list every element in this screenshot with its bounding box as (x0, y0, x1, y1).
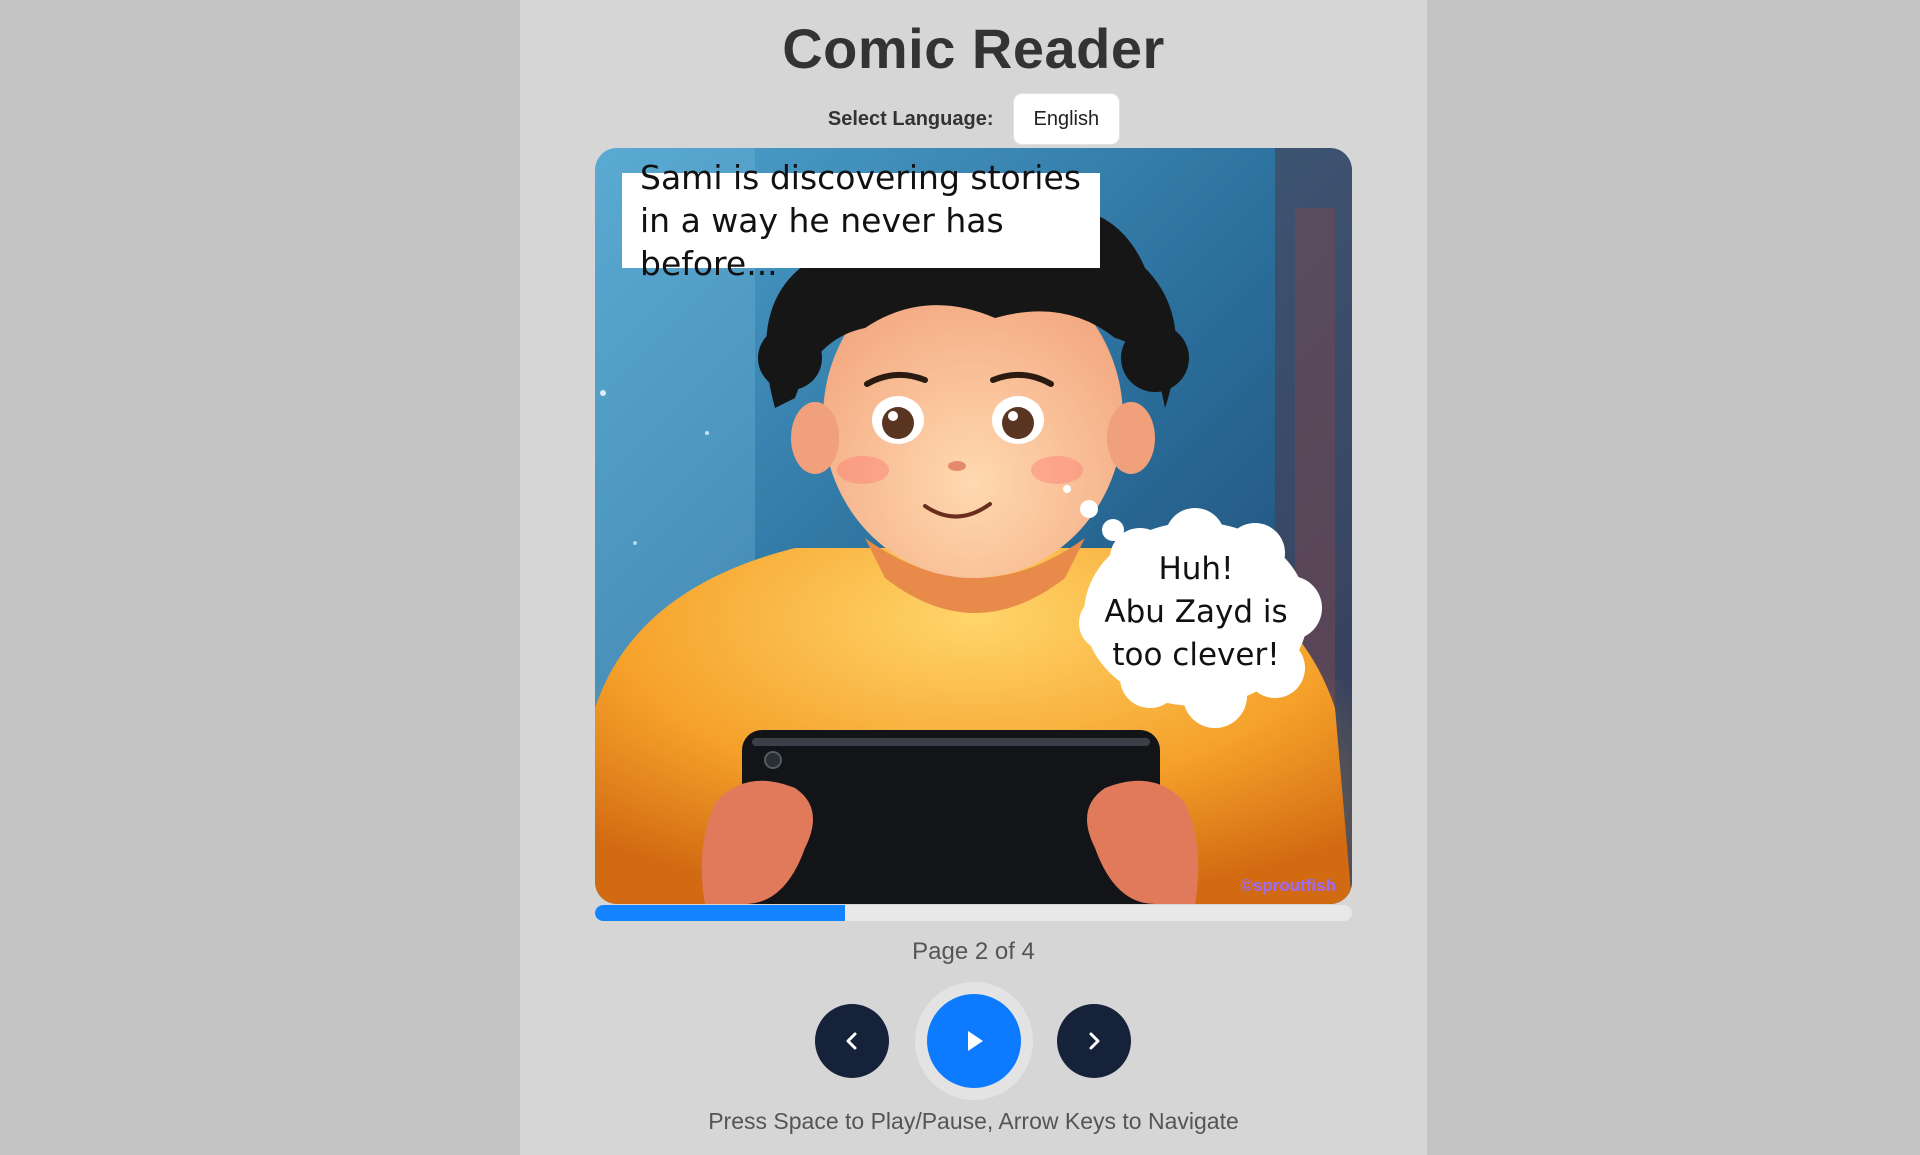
previous-page-button[interactable] (815, 1004, 889, 1078)
thought-line: Abu Zayd is (1104, 593, 1288, 630)
language-select[interactable]: English (1013, 94, 1120, 144)
chevron-left-icon (846, 1032, 857, 1050)
thought-bubble-text: Huh! Abu Zayd is too clever! (1090, 547, 1302, 677)
thought-line: Huh! (1158, 550, 1234, 587)
play-icon (968, 1031, 983, 1051)
play-pause-button[interactable] (927, 994, 1021, 1088)
progress-bar[interactable] (595, 905, 1352, 921)
watermark-logo: ©sproutfish (1240, 876, 1336, 895)
language-selected-value: English (1033, 107, 1100, 130)
thought-line: too clever! (1112, 636, 1280, 673)
language-label: Select Language: (827, 107, 994, 130)
comic-panel: Sami is discovering stories in a way he … (595, 148, 1352, 904)
reader-page: Comic Reader Select Language: English Sa… (520, 0, 1427, 1155)
next-page-button[interactable] (1057, 1004, 1131, 1078)
progress-fill (595, 905, 845, 921)
narration-caption: Sami is discovering stories in a way he … (622, 158, 1100, 283)
chevron-right-icon (1089, 1032, 1100, 1050)
page-indicator: Page 2 of 4 (912, 938, 1035, 965)
page-title: Comic Reader (782, 17, 1165, 80)
keyboard-hint: Press Space to Play/Pause, Arrow Keys to… (708, 1108, 1239, 1134)
language-selector-row: Select Language: English (520, 93, 1427, 145)
play-button-halo (915, 982, 1033, 1100)
playback-controls (520, 982, 1427, 1100)
